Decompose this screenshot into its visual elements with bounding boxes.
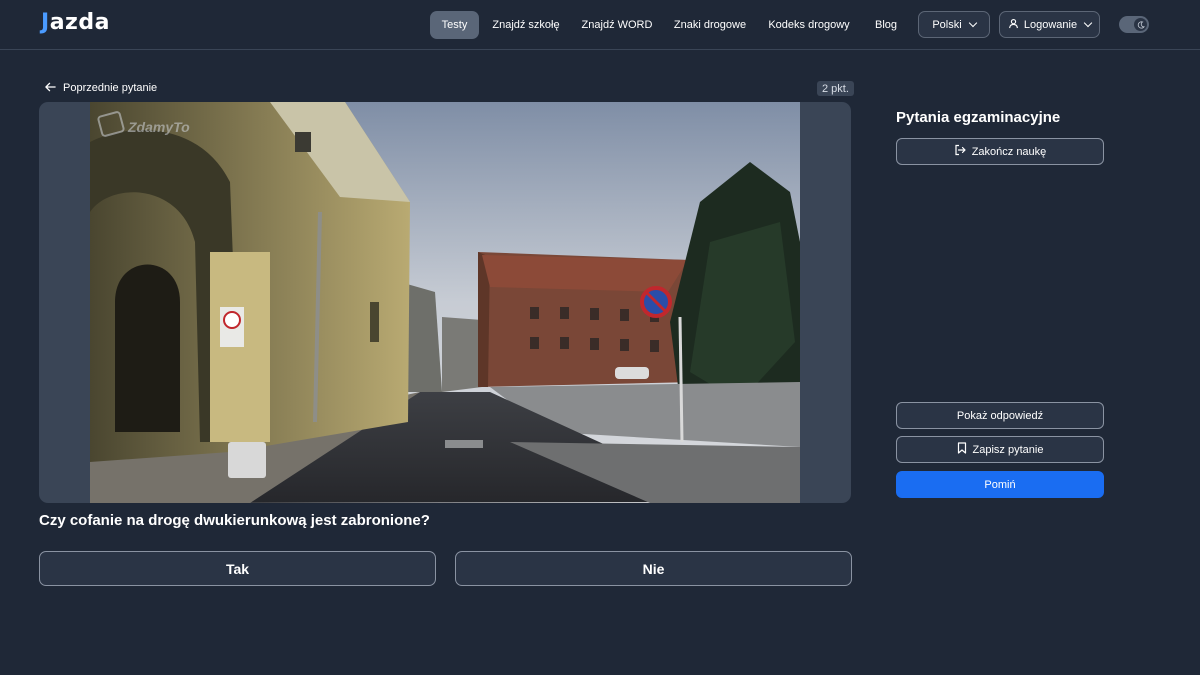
arrow-left-icon: [45, 82, 56, 95]
skip-button[interactable]: Pomiń: [896, 471, 1104, 498]
top-navbar: Jazda Testy Znajdź szkołę Znajdź WORD Zn…: [0, 0, 1200, 50]
chevron-down-icon: [1083, 18, 1093, 28]
chevron-down-icon: [968, 18, 977, 28]
points-badge: 2 pkt.: [817, 81, 854, 96]
nav-find-word[interactable]: Znajdź WORD: [578, 11, 656, 39]
question-media: ZdamyTo: [39, 102, 851, 503]
user-icon: [1008, 18, 1019, 32]
show-answer-button[interactable]: Pokaż odpowiedź: [896, 402, 1104, 429]
login-label: Logowanie: [1023, 18, 1078, 31]
previous-question-link[interactable]: Poprzednie pytanie: [45, 80, 157, 96]
language-label: Polski: [932, 18, 962, 31]
login-dropdown[interactable]: Logowanie: [999, 11, 1100, 38]
logo[interactable]: Jazda: [41, 10, 110, 35]
media-watermark: ZdamyTo: [127, 119, 190, 135]
exit-icon: [954, 144, 966, 159]
moon-icon: [1134, 18, 1147, 31]
street-scene-image: ZdamyTo: [90, 102, 800, 503]
previous-question-label: Poprzednie pytanie: [63, 82, 158, 94]
save-question-button[interactable]: Zapisz pytanie: [896, 436, 1104, 463]
theme-toggle[interactable]: [1119, 16, 1149, 33]
sidebar-title: Pytania egzaminacyjne: [896, 109, 1061, 126]
save-question-label: Zapisz pytanie: [972, 443, 1044, 456]
finish-learning-label: Zakończ naukę: [971, 145, 1047, 158]
language-select[interactable]: Polski: [918, 11, 990, 38]
bookmark-icon: [957, 442, 967, 457]
logo-mark: J: [41, 10, 50, 35]
nav-tests[interactable]: Testy: [430, 11, 479, 39]
answer-yes-button[interactable]: Tak: [39, 551, 436, 586]
finish-learning-button[interactable]: Zakończ naukę: [896, 138, 1104, 165]
nav-blog[interactable]: Blog: [868, 11, 904, 39]
answer-no-button[interactable]: Nie: [455, 551, 852, 586]
question-text: Czy cofanie na drogę dwukierunkową jest …: [39, 512, 430, 529]
nav-road-signs[interactable]: Znaki drogowe: [670, 11, 750, 39]
logo-text: azda: [49, 10, 110, 35]
nav-find-school[interactable]: Znajdź szkołę: [488, 11, 564, 39]
nav-road-code[interactable]: Kodeks drogowy: [764, 11, 854, 39]
